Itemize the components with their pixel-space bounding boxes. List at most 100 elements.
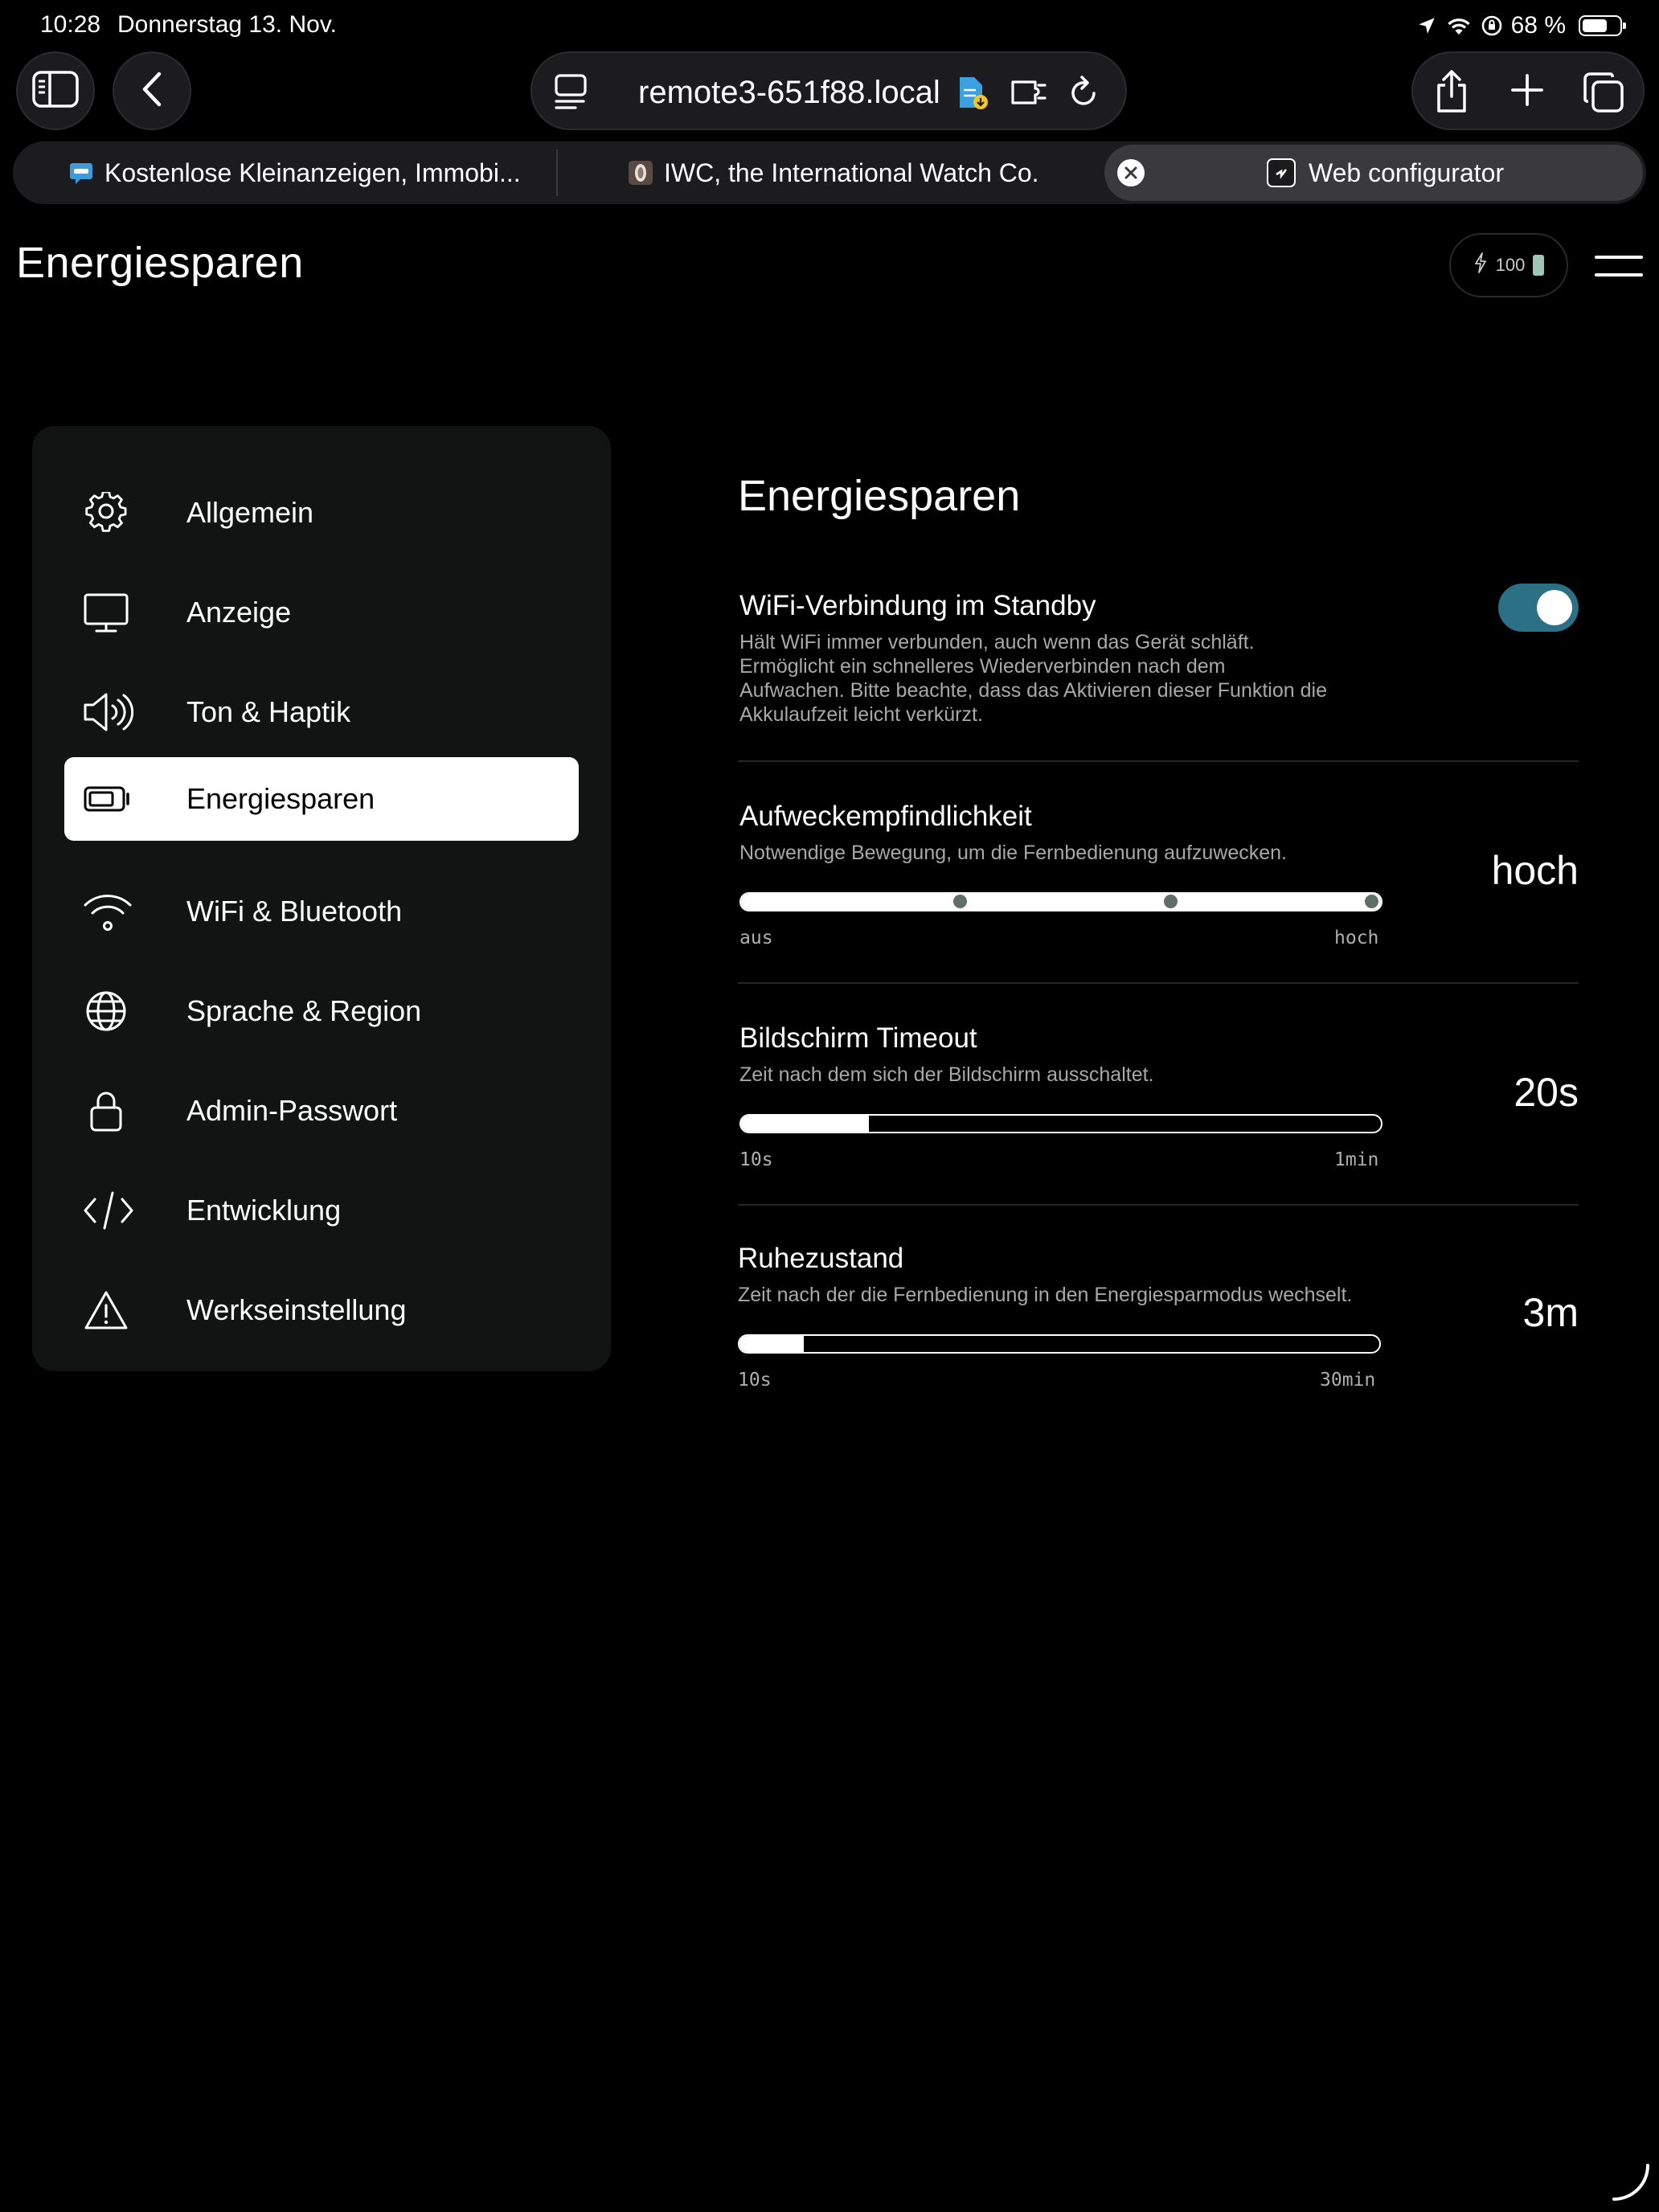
wifi-standby-description: Hält WiFi immer verbunden, auch wenn das… — [739, 631, 1327, 726]
home-indicator-icon — [1611, 2162, 1651, 2202]
tab-divider — [556, 150, 558, 196]
page-menu-icon[interactable] — [555, 74, 587, 113]
battery-icon — [1579, 15, 1626, 36]
tab-title: Web configurator — [1309, 158, 1505, 187]
section-title: Energiesparen — [738, 472, 1021, 520]
menu-item-ton-haptik[interactable]: Ton & Haptik — [64, 670, 579, 754]
menu-label: Anzeige — [186, 596, 292, 629]
lock-icon — [84, 1090, 129, 1132]
page-title: Energiesparen — [16, 239, 304, 287]
wifi-icon — [84, 891, 132, 932]
charging-bolt-icon — [1473, 252, 1488, 278]
tab-strip: Kostenlose Kleinanzeigen, Immobi... IWC,… — [13, 141, 1646, 204]
menu-label: Admin-Passwort — [186, 1094, 398, 1127]
gear-icon — [84, 490, 129, 534]
screen-timeout-title: Bildschirm Timeout — [739, 1022, 977, 1054]
slider-min-label: 10s — [738, 1370, 772, 1391]
menu-item-wifi-bluetooth[interactable]: WiFi & Bluetooth — [64, 870, 579, 953]
menu-label: Werkseinstellung — [186, 1293, 407, 1326]
warning-icon — [84, 1289, 129, 1331]
tab-web-configurator[interactable]: Web configurator — [1104, 145, 1643, 201]
tab-title: Kostenlose Kleinanzeigen, Immobi... — [104, 158, 521, 187]
screen-timeout-description: Zeit nach dem sich der Bildschirm aussch… — [739, 1063, 1154, 1086]
slider-step-dot — [953, 895, 967, 908]
wake-sensitivity-slider[interactable] — [739, 892, 1382, 911]
speaker-icon — [84, 691, 134, 733]
slider-max-label: hoch — [1334, 928, 1379, 948]
tab-overview-icon[interactable] — [1582, 71, 1625, 118]
rotation-lock-icon — [1481, 14, 1503, 37]
wifi-standby-title: WiFi-Verbindung im Standby — [739, 590, 1096, 621]
sidebar-icon — [32, 70, 79, 112]
wake-sensitivity-value: hoch — [1491, 848, 1579, 893]
slider-step-dot — [1164, 895, 1178, 908]
globe-icon — [84, 990, 129, 1032]
menu-item-energiesparen[interactable]: Energiesparen — [64, 757, 579, 841]
menu-label: WiFi & Bluetooth — [186, 895, 403, 928]
menu-item-admin-passwort[interactable]: Admin-Passwort — [64, 1069, 579, 1153]
divider — [738, 982, 1579, 984]
slider-fill — [741, 1116, 870, 1132]
menu-item-sprache-region[interactable]: Sprache & Region — [64, 969, 579, 1053]
back-button[interactable] — [113, 51, 191, 130]
device-battery-status[interactable]: 100 — [1449, 233, 1568, 297]
new-tab-icon[interactable] — [1509, 72, 1545, 112]
share-icon[interactable] — [1432, 69, 1471, 118]
divider — [738, 1204, 1579, 1206]
code-icon — [84, 1190, 133, 1231]
menu-label: Energiesparen — [186, 782, 375, 815]
tab-title: IWC, the International Watch Co. — [664, 158, 1039, 187]
location-icon — [1416, 15, 1437, 36]
extension-icon[interactable] — [1010, 76, 1048, 112]
wifi-standby-toggle[interactable] — [1498, 584, 1579, 632]
sleep-title: Ruhezustand — [738, 1243, 904, 1274]
sidebar-toggle-button[interactable] — [16, 51, 95, 130]
wake-sensitivity-description: Notwendige Bewegung, um die Fernbedienun… — [739, 842, 1288, 864]
slider-step-dot — [1365, 895, 1378, 908]
battery-icon — [84, 778, 129, 820]
menu-item-werkseinstellung[interactable]: Werkseinstellung — [64, 1268, 579, 1352]
web-configurator-favicon — [1267, 158, 1296, 187]
battery-percent: 68 % — [1510, 12, 1566, 39]
menu-label: Entwicklung — [186, 1194, 342, 1227]
slider-fill — [739, 1336, 804, 1352]
slider-max-label: 30min — [1320, 1370, 1376, 1391]
sleep-value: 3m — [1522, 1290, 1579, 1335]
chevron-left-icon — [140, 71, 164, 112]
menu-label: Ton & Haptik — [186, 695, 351, 728]
status-date: Donnerstag 13. Nov. — [117, 11, 337, 38]
hamburger-menu-icon[interactable] — [1595, 252, 1643, 280]
tab-iwc[interactable]: IWC, the International Watch Co. — [629, 141, 1039, 204]
wifi-status-icon — [1445, 15, 1473, 36]
status-time: 10:28 — [40, 11, 101, 38]
iwc-favicon — [629, 161, 653, 185]
url-text[interactable]: remote3-651f88.local — [638, 75, 940, 111]
reload-icon[interactable] — [1067, 74, 1101, 113]
screen-timeout-value: 20s — [1514, 1070, 1579, 1115]
slider-max-label: 1min — [1334, 1149, 1379, 1170]
monitor-icon — [84, 592, 129, 633]
status-bar: 10:28 Donnerstag 13. Nov. 68 % — [0, 0, 1659, 51]
battery-level-bar — [1533, 255, 1545, 276]
sleep-slider[interactable] — [738, 1334, 1381, 1354]
menu-label: Allgemein — [186, 496, 314, 529]
browser-actions — [1411, 51, 1645, 130]
sleep-description: Zeit nach der die Fernbedienung in den E… — [738, 1284, 1353, 1306]
address-bar[interactable]: remote3-651f88.local — [530, 51, 1127, 130]
kleinanzeigen-favicon — [69, 161, 93, 185]
slider-min-label: 10s — [739, 1149, 773, 1170]
divider — [738, 760, 1579, 762]
settings-menu: Allgemein Anzeige Ton & Haptik Energiesp… — [32, 426, 611, 1371]
status-indicators: 68 % — [1416, 10, 1626, 42]
tab-kleinanzeigen[interactable]: Kostenlose Kleinanzeigen, Immobi... — [69, 141, 521, 204]
menu-item-anzeige[interactable]: Anzeige — [64, 571, 579, 654]
document-download-icon[interactable] — [956, 76, 989, 115]
device-battery-level: 100 — [1495, 255, 1526, 275]
slider-min-label: aus — [739, 928, 773, 948]
menu-item-allgemein[interactable]: Allgemein — [64, 471, 579, 555]
close-tab-icon[interactable] — [1117, 159, 1145, 186]
slider-fill — [741, 894, 1381, 910]
menu-item-entwicklung[interactable]: Entwicklung — [64, 1169, 579, 1252]
wake-sensitivity-title: Aufweckempfindlichkeit — [739, 801, 1032, 832]
screen-timeout-slider[interactable] — [739, 1114, 1382, 1133]
